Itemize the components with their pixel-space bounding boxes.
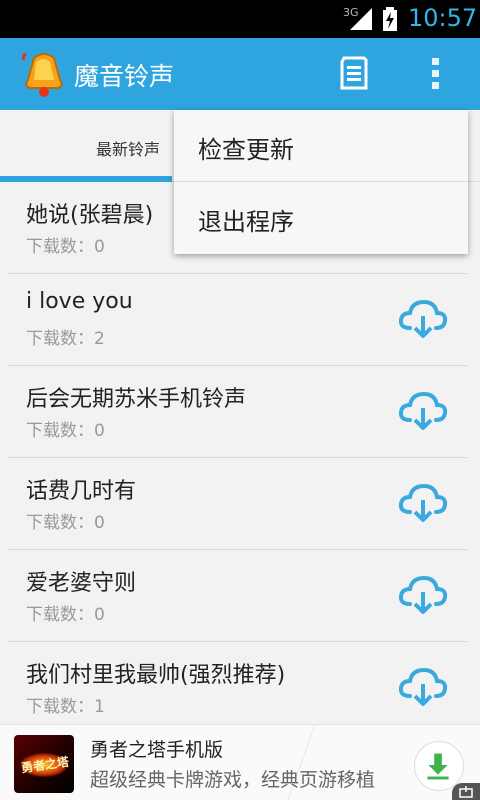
- download-count: 下载数：0: [26, 513, 105, 533]
- list-item[interactable]: 后会无期苏米手机铃声 下载数：0: [0, 366, 480, 458]
- ringtone-name: 后会无期苏米手机铃声: [26, 387, 247, 412]
- cloud-download-icon[interactable]: [398, 480, 448, 524]
- list-item[interactable]: 我们村里我最帅(强烈推荐) 下载数：1: [0, 642, 480, 734]
- list-item[interactable]: 话费几时有 下载数：0: [0, 458, 480, 550]
- download-icon: [427, 753, 449, 780]
- menu-item-check-update[interactable]: 检查更新: [174, 110, 468, 182]
- ringtone-name: 爱老婆守则: [26, 571, 137, 596]
- download-count: 下载数：0: [26, 421, 105, 441]
- overflow-menu-icon[interactable]: [428, 56, 444, 92]
- list-item[interactable]: 爱老婆守则 下载数：0: [0, 550, 480, 642]
- action-bar: 魔音铃声: [0, 38, 480, 110]
- ad-description: 超级经典卡牌游戏，经典页游移植: [90, 769, 376, 791]
- ringtone-name: 话费几时有: [26, 479, 137, 504]
- cloud-download-icon[interactable]: [398, 388, 448, 432]
- game-icon[interactable]: 勇者之塔: [14, 735, 74, 793]
- overflow-menu: 检查更新 退出程序: [174, 110, 468, 254]
- ad-title: 勇者之塔手机版: [90, 739, 224, 761]
- cloud-download-icon[interactable]: [398, 572, 448, 616]
- ad-badge-icon: [452, 783, 480, 800]
- download-count: 下载数：0: [26, 237, 105, 257]
- download-count: 下载数：0: [26, 605, 105, 625]
- ad-banner[interactable]: 勇者之塔 勇者之塔手机版 超级经典卡牌游戏，经典页游移植: [0, 724, 480, 800]
- menu-item-label: 检查更新: [198, 136, 294, 164]
- ringtone-name: i love you: [26, 289, 133, 314]
- signal-icon: [350, 8, 372, 30]
- download-count: 下载数：1: [26, 697, 105, 717]
- list-item[interactable]: i love you 下载数：2: [0, 274, 480, 366]
- clock: 10:57: [408, 4, 478, 32]
- sd-card-icon[interactable]: [340, 56, 368, 90]
- ringtone-name: 我们村里我最帅(强烈推荐): [26, 663, 286, 688]
- bell-icon[interactable]: [20, 50, 68, 98]
- tab-latest-ringtones[interactable]: 最新铃声: [96, 136, 160, 160]
- cloud-download-icon[interactable]: [398, 664, 448, 708]
- status-bar: 3G 10:57: [0, 0, 480, 38]
- menu-item-label: 退出程序: [198, 208, 294, 236]
- app-title: 魔音铃声: [74, 62, 175, 91]
- download-count: 下载数：2: [26, 329, 105, 349]
- battery-charging-icon: [383, 7, 397, 31]
- menu-item-exit[interactable]: 退出程序: [174, 182, 468, 254]
- cloud-download-icon[interactable]: [398, 296, 448, 340]
- ringtone-name: 她说(张碧晨): [26, 203, 154, 228]
